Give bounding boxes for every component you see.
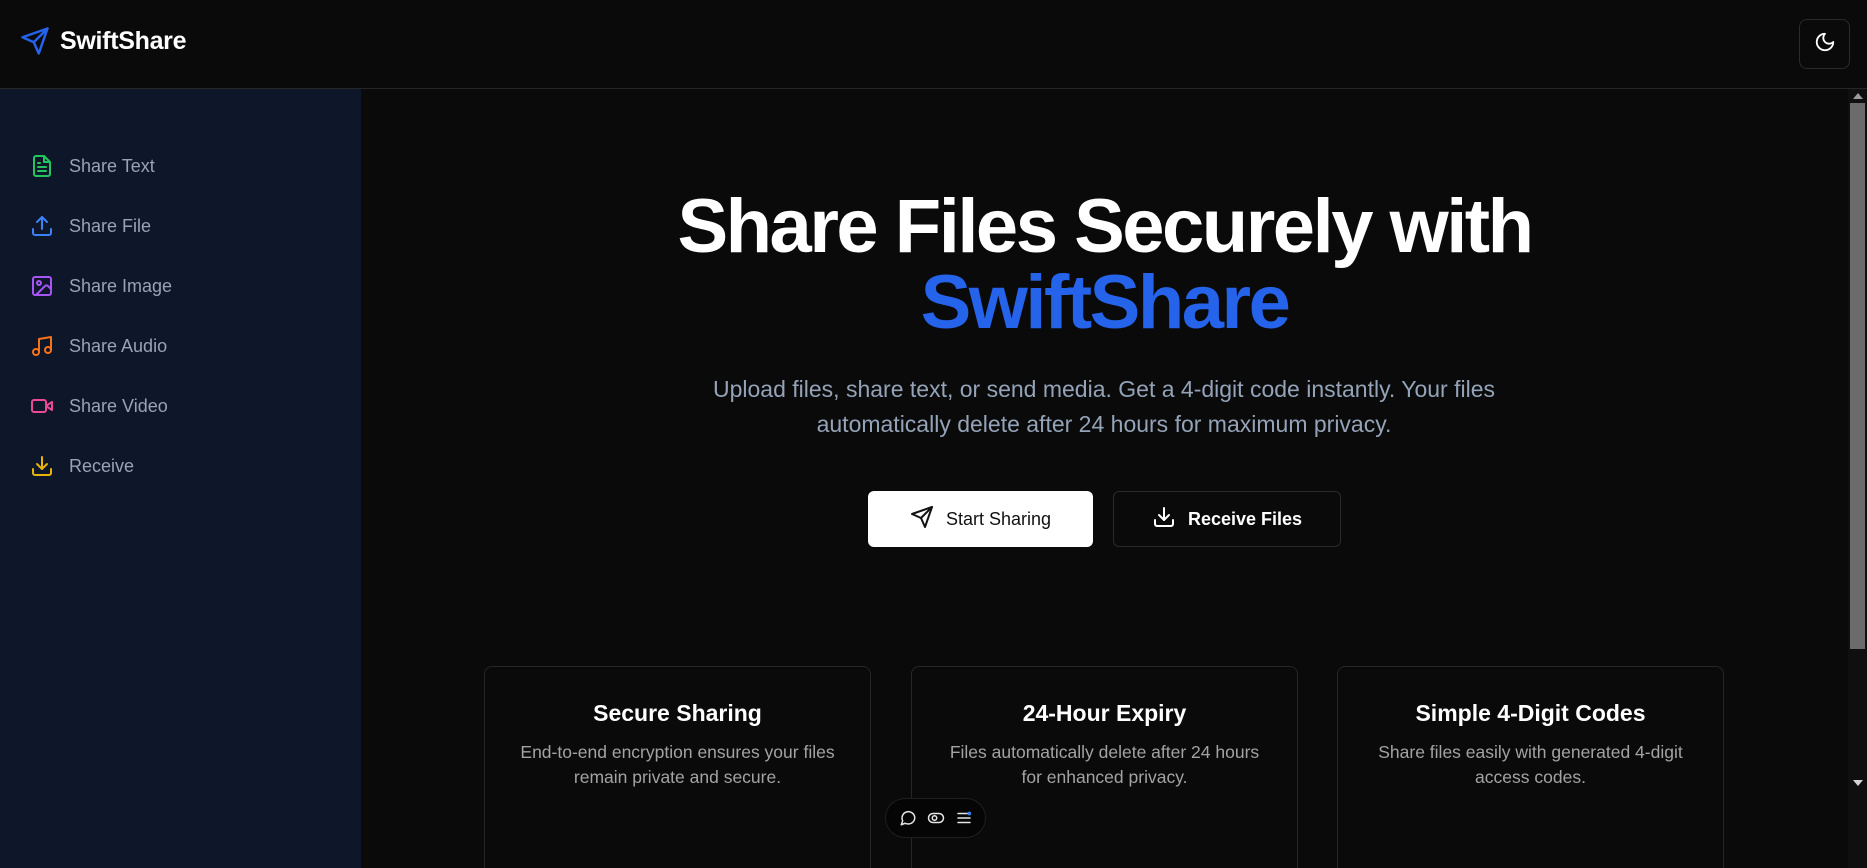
download-icon bbox=[30, 454, 54, 478]
sidebar-item-share-text[interactable]: Share Text bbox=[30, 151, 155, 181]
feature-card-text: Files automatically delete after 24 hour… bbox=[949, 742, 1260, 787]
scroll-thumb[interactable] bbox=[1850, 103, 1865, 649]
feature-card-title: 24-Hour Expiry bbox=[1022, 700, 1187, 726]
file-text-icon bbox=[30, 154, 54, 178]
hero-subtitle: Upload files, share text, or send media.… bbox=[713, 376, 1495, 437]
moon-icon bbox=[1814, 31, 1836, 58]
feature-card-codes: Simple 4-Digit Codes Share files easily … bbox=[1337, 666, 1724, 868]
sidebar-item-receive[interactable]: Receive bbox=[30, 451, 134, 481]
main-scrollbar[interactable] bbox=[1848, 89, 1867, 868]
scroll-down-arrow[interactable] bbox=[1853, 780, 1863, 786]
hero-title-brand: SwiftShare bbox=[920, 260, 1291, 345]
sidebar-item-label: Share Text bbox=[69, 155, 155, 176]
video-icon bbox=[30, 394, 54, 418]
receive-files-button[interactable]: Receive Files bbox=[1113, 491, 1341, 547]
feature-card-text: Share files easily with generated 4-digi… bbox=[1378, 742, 1683, 787]
music-icon bbox=[30, 334, 54, 358]
hero-title: Share Files Securely with SwiftShare bbox=[361, 189, 1848, 341]
sidebar-item-share-video[interactable]: Share Video bbox=[30, 391, 168, 421]
sidebar-item-label: Share Video bbox=[69, 395, 168, 416]
main-content: Share Files Securely with SwiftShare Upl… bbox=[361, 89, 1848, 868]
send-icon bbox=[20, 26, 50, 56]
brand-logo[interactable]: SwiftShare bbox=[20, 26, 187, 56]
sidebar-item-label: Share Audio bbox=[69, 335, 168, 356]
upload-icon bbox=[30, 214, 54, 238]
sidebar-item-share-image[interactable]: Share Image bbox=[30, 271, 172, 301]
feature-card-title: Simple 4-Digit Codes bbox=[1415, 700, 1646, 726]
comment-icon[interactable] bbox=[899, 809, 917, 827]
sidebar-item-label: Share Image bbox=[69, 275, 173, 296]
toggle-icon[interactable] bbox=[927, 809, 945, 827]
theme-toggle-button[interactable] bbox=[1799, 19, 1850, 69]
floating-toolbar bbox=[885, 798, 986, 838]
download-icon bbox=[1152, 505, 1176, 534]
sidebar-item-share-file[interactable]: Share File bbox=[30, 211, 151, 241]
sidebar: Share Text Share File Share Image Share … bbox=[0, 89, 361, 868]
hero-title-line: Share Files Securely with bbox=[677, 184, 1534, 269]
feature-card-title: Secure Sharing bbox=[593, 700, 762, 726]
sidebar-item-share-audio[interactable]: Share Audio bbox=[30, 331, 167, 361]
start-sharing-label: Start Sharing bbox=[945, 508, 1052, 529]
receive-files-label: Receive Files bbox=[1187, 508, 1303, 529]
list-icon[interactable] bbox=[955, 809, 973, 827]
send-icon bbox=[910, 505, 934, 534]
feature-card-text: End-to-end encryption ensures your files… bbox=[520, 742, 835, 787]
start-sharing-button[interactable]: Start Sharing bbox=[868, 491, 1093, 547]
brand-name: SwiftShare bbox=[60, 26, 187, 55]
sidebar-item-label: Receive bbox=[69, 455, 135, 476]
sidebar-item-label: Share File bbox=[69, 215, 152, 236]
feature-card-secure: Secure Sharing End-to-end encryption ens… bbox=[484, 666, 871, 868]
image-icon bbox=[30, 274, 54, 298]
scroll-up-arrow[interactable] bbox=[1853, 93, 1863, 99]
top-header: SwiftShare bbox=[0, 0, 1867, 89]
